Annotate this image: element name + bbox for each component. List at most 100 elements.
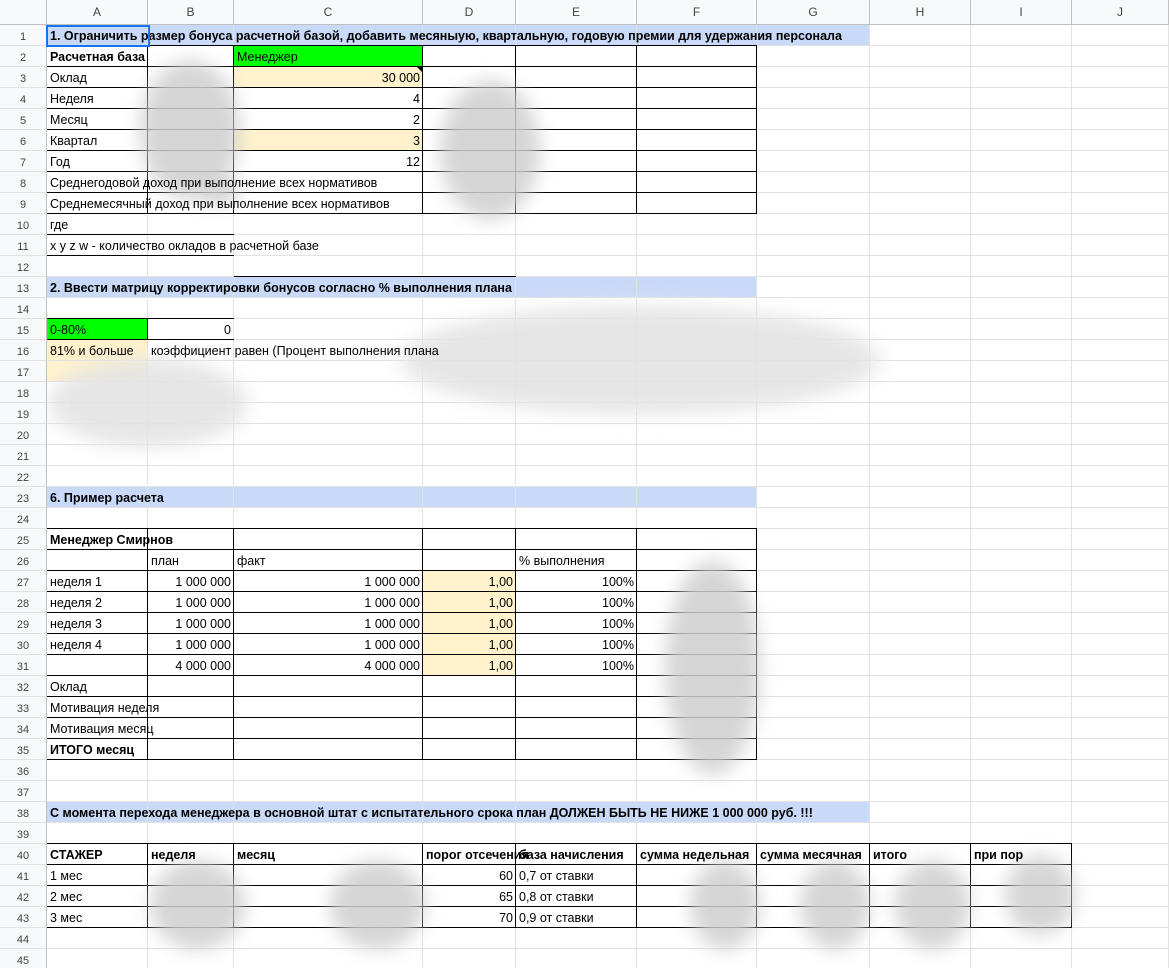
column-header-i[interactable]: I [971,0,1072,25]
cell-a13[interactable]: 2. Ввести матрицу корректировки бонусов … [47,278,515,298]
cell-g40[interactable]: сумма месячная [757,845,865,865]
cell-a35[interactable]: ИТОГО месяц [47,740,137,760]
row-header-10[interactable]: 10 [0,214,47,235]
cell-c6[interactable]: 3 [234,131,423,151]
cell-a40[interactable]: СТАЖЕР [47,845,106,865]
cell-c27[interactable]: 1 000 000 [234,572,423,592]
cell-a4[interactable]: Неделя [47,89,97,109]
row-header-13[interactable]: 13 [0,277,47,298]
cell-a43[interactable]: 3 мес [47,908,85,928]
cell-a11[interactable]: x y z w - количество окладов в расчетной… [47,236,322,256]
row-header-32[interactable]: 32 [0,676,47,697]
row-header-2[interactable]: 2 [0,46,47,67]
row-header-20[interactable]: 20 [0,424,47,445]
cell-d27[interactable]: 1,00 [423,572,516,592]
column-header-e[interactable]: E [516,0,637,25]
cell-a8[interactable]: Среднегодовой доход при выполнение всех … [47,173,380,193]
cell-i40[interactable]: при пор [971,845,1026,865]
column-header-c[interactable]: C [234,0,423,25]
row-header-5[interactable]: 5 [0,109,47,130]
row-header-4[interactable]: 4 [0,88,47,109]
row-header-19[interactable]: 19 [0,403,47,424]
row-header-44[interactable]: 44 [0,928,47,949]
row-header-24[interactable]: 24 [0,508,47,529]
cell-a30[interactable]: неделя 4 [47,635,105,655]
cell-a15[interactable]: 0-80% [47,320,89,340]
row-header-31[interactable]: 31 [0,655,47,676]
cell-d28[interactable]: 1,00 [423,593,516,613]
cell-d31[interactable]: 1,00 [423,656,516,676]
row-header-28[interactable]: 28 [0,592,47,613]
row-header-37[interactable]: 37 [0,781,47,802]
cell-b27[interactable]: 1 000 000 [148,572,234,592]
cell-c40[interactable]: месяц [234,845,278,865]
cell-b30[interactable]: 1 000 000 [148,635,234,655]
cell-b28[interactable]: 1 000 000 [148,593,234,613]
cell-c3[interactable]: 30 000 [234,68,423,88]
cell-c28[interactable]: 1 000 000 [234,593,423,613]
cell-d42[interactable]: 65 [423,887,516,907]
cell-a33[interactable]: Мотивация неделя [47,698,162,718]
cell-a5[interactable]: Месяц [47,110,91,130]
cell-a2[interactable]: Расчетная база [47,47,148,67]
cell-b29[interactable]: 1 000 000 [148,614,234,634]
cell-a25[interactable]: Менеджер Смирнов [47,530,176,550]
row-header-15[interactable]: 15 [0,319,47,340]
cell-a34[interactable]: Мотивация месяц [47,719,157,739]
row-header-14[interactable]: 14 [0,298,47,319]
cell-h40[interactable]: итого [870,845,910,865]
cell-d29[interactable]: 1,00 [423,614,516,634]
row-header-11[interactable]: 11 [0,235,47,256]
cell-a27[interactable]: неделя 1 [47,572,105,592]
cell-b16[interactable]: коэффициент равен (Процент выполнения пл… [148,341,442,361]
cell-a16[interactable]: 81% и больше [47,341,137,361]
cell-a1[interactable]: 1. Ограничить размер бонуса расчетной ба… [47,26,845,46]
row-header-36[interactable]: 36 [0,760,47,781]
row-header-38[interactable]: 38 [0,802,47,823]
cell-e31[interactable]: 100% [516,656,637,676]
cell-c7[interactable]: 12 [234,152,423,172]
cell-b31[interactable]: 4 000 000 [148,656,234,676]
cell-a6[interactable]: Квартал [47,131,100,151]
cell-d43[interactable]: 70 [423,908,516,928]
row-header-3[interactable]: 3 [0,67,47,88]
cell-e29[interactable]: 100% [516,614,637,634]
cell-a3[interactable]: Оклад [47,68,90,88]
spreadsheet-grid[interactable]: 1. Ограничить размер бонуса расчетной ба… [0,0,1169,968]
cell-c2[interactable]: Менеджер [234,47,301,67]
cell-a28[interactable]: неделя 2 [47,593,105,613]
cell-b15[interactable]: 0 [148,320,234,340]
column-header-f[interactable]: F [637,0,757,25]
cell-c30[interactable]: 1 000 000 [234,635,423,655]
cell-c4[interactable]: 4 [234,89,423,109]
cell-d41[interactable]: 60 [423,866,516,886]
row-header-27[interactable]: 27 [0,571,47,592]
column-header-b[interactable]: B [148,0,234,25]
cell-e28[interactable]: 100% [516,593,637,613]
row-header-21[interactable]: 21 [0,445,47,466]
row-header-35[interactable]: 35 [0,739,47,760]
row-header-33[interactable]: 33 [0,697,47,718]
cell-a41[interactable]: 1 мес [47,866,85,886]
cell-c31[interactable]: 4 000 000 [234,656,423,676]
row-header-41[interactable]: 41 [0,865,47,886]
row-header-23[interactable]: 23 [0,487,47,508]
cell-a10[interactable]: где [47,215,71,235]
row-header-25[interactable]: 25 [0,529,47,550]
cell-e26[interactable]: % выполнения [516,551,607,571]
row-header-43[interactable]: 43 [0,907,47,928]
cell-a38[interactable]: С момента перехода менеджера в основной … [47,803,816,823]
row-header-34[interactable]: 34 [0,718,47,739]
cell-e42[interactable]: 0,8 от ставки [516,887,597,907]
cell-a42[interactable]: 2 мес [47,887,85,907]
row-header-8[interactable]: 8 [0,172,47,193]
cell-c29[interactable]: 1 000 000 [234,614,423,634]
row-header-12[interactable]: 12 [0,256,47,277]
cell-e43[interactable]: 0,9 от ставки [516,908,597,928]
cell-a7[interactable]: Год [47,152,73,172]
cell-e41[interactable]: 0,7 от ставки [516,866,597,886]
row-header-16[interactable]: 16 [0,340,47,361]
cell-a32[interactable]: Оклад [47,677,90,697]
row-header-30[interactable]: 30 [0,634,47,655]
cell-a23[interactable]: 6. Пример расчета [47,488,167,508]
